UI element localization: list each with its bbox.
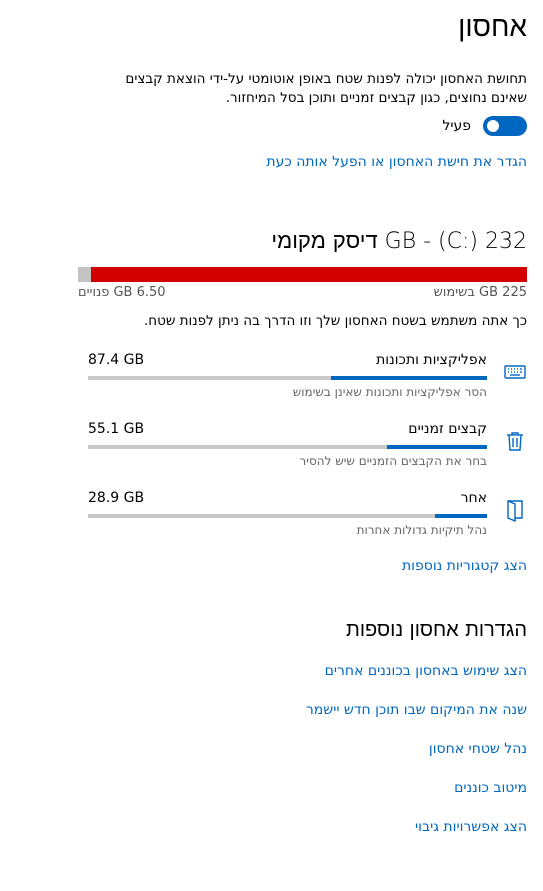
folder-icon [503, 498, 527, 523]
disk-used-fill [90, 267, 527, 282]
view-other-drives-link[interactable]: הצג שימוש באחסון בכוננים אחרים [325, 663, 527, 679]
keyboard-icon [503, 360, 527, 384]
toggle-state-label: פעיל [442, 118, 471, 134]
page-title: אחסון [458, 10, 527, 43]
more-settings-title: הגדרות אחסון נוספות [346, 617, 527, 641]
category-name: אפליקציות ותכונות [376, 352, 487, 368]
disk-title: 232 GB - (C:) דיסק מקומי [271, 229, 527, 254]
configure-storage-sense-link[interactable]: הגדר את חישת האחסון או הפעל אותה כעת [266, 154, 527, 170]
storage-sense-toggle[interactable] [483, 116, 527, 136]
category-usage-bar [88, 514, 487, 518]
category-other[interactable]: אחר 28.9 GB נהל תיקיות גדולות אחרות [78, 490, 527, 550]
trash-icon [503, 429, 527, 453]
category-size: 87.4 GB [88, 352, 145, 368]
category-usage-fill [387, 445, 487, 449]
disk-usage-labels: 225 GB בשימוש 6.50 GB פנויים [78, 285, 527, 300]
category-temp-files[interactable]: קבצים זמניים 55.1 GB בחר את הקבצים הזמני… [78, 421, 527, 481]
category-description: נהל תיקיות גדולות אחרות [356, 523, 487, 537]
toggle-knob [487, 120, 499, 132]
category-usage-fill [435, 514, 487, 518]
disk-usage-bar [78, 267, 527, 282]
storage-sense-description: תחושת האחסון יכולה לפנות שטח באופן אוטומ… [125, 71, 527, 106]
free-space-label: 6.50 GB פנויים [78, 285, 166, 300]
category-name: אחר [460, 490, 487, 506]
category-apps[interactable]: אפליקציות ותכונות 87.4 GB הסר אפליקציות … [78, 352, 527, 412]
category-usage-fill [331, 376, 487, 380]
category-usage-bar [88, 445, 487, 449]
used-space-label: 225 GB בשימוש [433, 285, 527, 300]
category-name: קבצים זמניים [408, 421, 487, 437]
usage-info-text: כך אתה משתמש בשטח האחסון שלך וזו הדרך בה… [143, 313, 527, 329]
category-description: בחר את הקבצים הזמניים שיש להסיר [299, 454, 487, 468]
change-save-location-link[interactable]: שנה את המיקום שבו תוכן חדש יישמר [306, 702, 527, 718]
category-usage-bar [88, 376, 487, 380]
category-size: 28.9 GB [88, 490, 145, 506]
manage-storage-spaces-link[interactable]: נהל שטחי אחסון [429, 741, 527, 757]
show-more-categories-link[interactable]: הצג קטגוריות נוספות [402, 558, 527, 574]
category-description: הסר אפליקציות ותכונות שאינן בשימוש [292, 385, 487, 399]
category-size: 55.1 GB [88, 421, 145, 437]
optimize-drives-link[interactable]: מיטוב כוננים [454, 780, 527, 796]
storage-sense-toggle-row: פעיל [442, 116, 527, 136]
backup-options-link[interactable]: הצג אפשרויות גיבוי [415, 819, 527, 835]
